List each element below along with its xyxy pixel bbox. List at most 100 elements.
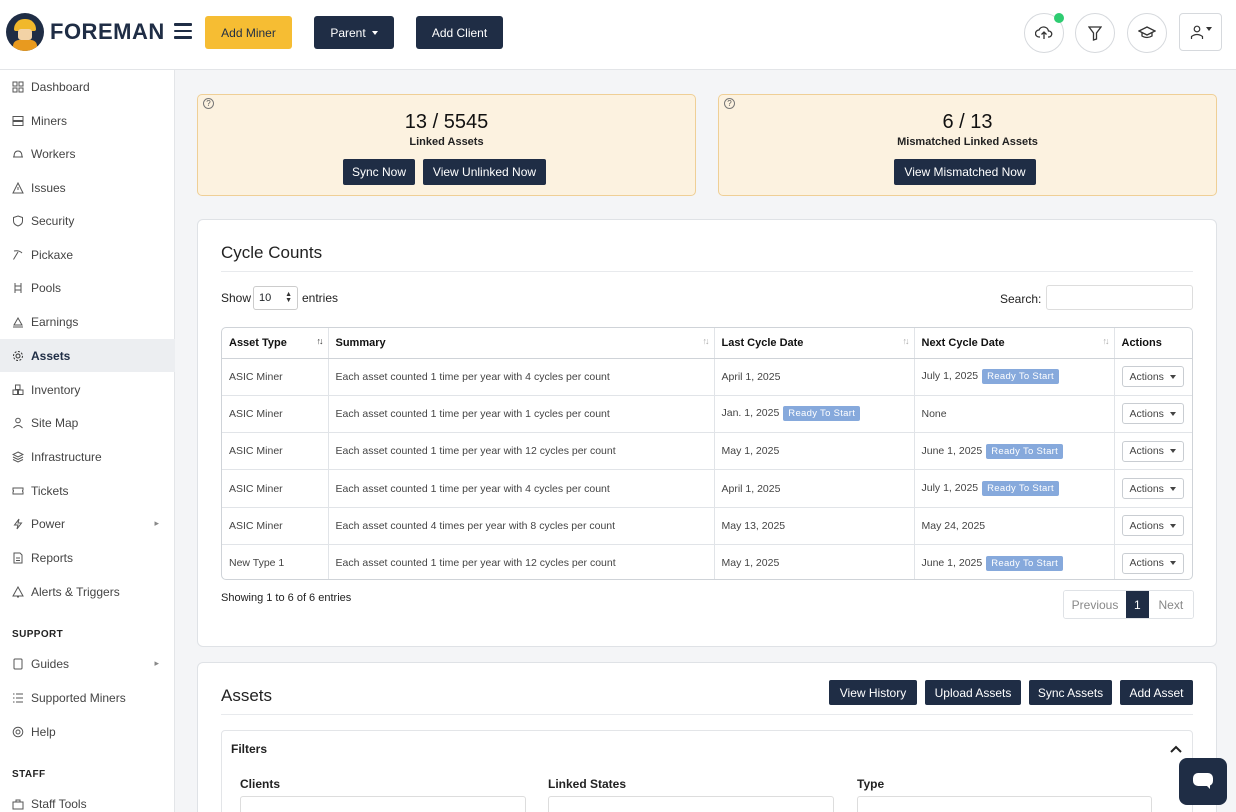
cycle-counts-title: Cycle Counts <box>221 243 323 262</box>
column-label: Asset Type <box>229 336 287 349</box>
search-input[interactable] <box>1046 285 1193 310</box>
cell-summary: Each asset counted 1 time per year with … <box>328 469 715 508</box>
view-history-button[interactable]: View History <box>829 680 917 705</box>
shield-icon <box>13 214 23 227</box>
column-next-cycle-date[interactable]: Next Cycle Date ↑↓ <box>914 328 1115 359</box>
linked-states-filter-label: Linked States <box>548 777 627 791</box>
caret-down-icon <box>1169 486 1176 491</box>
entries-select[interactable]: 10 ▲ ▼ <box>253 286 298 310</box>
sidebar-item-help[interactable]: Help <box>0 715 175 748</box>
sidebar-item-label: Pools <box>31 280 62 295</box>
upload-assets-button[interactable]: Upload Assets <box>925 680 1021 705</box>
type-filter-label: Type <box>857 777 885 791</box>
parent-dropdown-button[interactable]: Parent <box>314 16 394 49</box>
actions-dropdown-button[interactable]: Actions <box>1121 403 1184 425</box>
sidebar-item-dashboard[interactable]: Dashboard <box>0 70 175 103</box>
pagination-next[interactable]: Next <box>1148 591 1193 618</box>
user-menu-button[interactable] <box>1179 13 1222 51</box>
parent-label: Parent <box>330 25 366 40</box>
cell-actions: Actions <box>1114 358 1192 396</box>
clients-filter-input[interactable] <box>240 796 526 812</box>
cell-text: None <box>921 407 947 420</box>
sidebar-item-issues[interactable]: Issues <box>0 171 175 204</box>
sidebar-item-tickets[interactable]: Tickets <box>0 474 175 507</box>
add-asset-button[interactable]: Add Asset <box>1120 680 1193 705</box>
menu-toggle-icon[interactable] <box>174 23 192 39</box>
sidebar-item-label: Earnings <box>31 314 79 329</box>
sidebar-item-label: Staff Tools <box>31 796 87 811</box>
pagination-page-1[interactable]: 1 <box>1126 591 1149 618</box>
linked-states-filter-input[interactable] <box>548 796 834 812</box>
staff-heading: STAFF <box>12 769 46 780</box>
column-label: Actions <box>1121 336 1162 349</box>
gear-icon <box>13 350 23 361</box>
actions-dropdown-button[interactable]: Actions <box>1121 515 1184 537</box>
mismatched-assets-count: 6 / 13 <box>942 111 993 133</box>
sidebar-item-alerts-triggers[interactable]: Alerts & Triggers <box>0 575 175 608</box>
foreman-logo[interactable] <box>6 13 44 51</box>
cell-text: ASIC Miner <box>229 407 283 420</box>
select-arrows-icon: ▲ ▼ <box>285 291 292 304</box>
chevron-right-icon: ▸ <box>154 518 159 528</box>
sidebar-item-label: Pickaxe <box>31 247 74 262</box>
chat-widget-button[interactable] <box>1179 758 1227 805</box>
cell-text: ASIC Miner <box>229 519 283 532</box>
sync-now-button[interactable]: Sync Now <box>343 159 415 185</box>
clients-filter-label: Clients <box>240 777 281 791</box>
cell-next-cycle-date: July 1, 2025 Ready To Start <box>914 469 1115 508</box>
sidebar-item-workers[interactable]: Workers <box>0 137 175 170</box>
actions-label: Actions <box>1129 482 1164 495</box>
cell-text: ASIC Miner <box>229 445 283 458</box>
sidebar-item-guides[interactable]: Guides ▸ <box>0 647 175 680</box>
actions-dropdown-button[interactable]: Actions <box>1121 552 1184 574</box>
sidebar-item-inventory[interactable]: Inventory <box>0 373 175 406</box>
sidebar-item-security[interactable]: Security <box>0 204 175 237</box>
add-miner-button[interactable]: Add Miner <box>205 16 292 49</box>
sidebar-item-site-map[interactable]: Site Map <box>0 406 175 439</box>
sidebar-item-infrastructure[interactable]: Infrastructure <box>0 440 175 473</box>
view-mismatched-button[interactable]: View Mismatched Now <box>894 159 1036 185</box>
sidebar-item-assets[interactable]: Assets <box>0 339 175 372</box>
sidebar-item-pickaxe[interactable]: Pickaxe <box>0 238 175 271</box>
type-filter-input[interactable] <box>857 796 1152 812</box>
assets-title: Assets <box>221 686 273 705</box>
column-actions: Actions <box>1114 328 1192 359</box>
actions-dropdown-button[interactable]: Actions <box>1121 440 1184 462</box>
actions-dropdown-button[interactable]: Actions <box>1121 478 1184 500</box>
view-unlinked-button[interactable]: View Unlinked Now <box>423 159 546 185</box>
actions-label: Actions <box>1129 557 1164 570</box>
sidebar-item-label: Assets <box>31 348 71 363</box>
help-question-icon[interactable]: ? <box>724 98 735 109</box>
sidebar-item-earnings[interactable]: Earnings <box>0 305 175 338</box>
actions-dropdown-button[interactable]: Actions <box>1121 366 1184 388</box>
academy-button[interactable] <box>1127 13 1167 53</box>
pagination-previous[interactable]: Previous <box>1064 591 1127 618</box>
sidebar-item-power[interactable]: Power ▸ <box>0 507 175 540</box>
cell-last-cycle-date: May 13, 2025 <box>714 507 915 545</box>
filter-button[interactable] <box>1075 13 1115 53</box>
column-summary[interactable]: Summary ↑↓ <box>328 328 715 359</box>
cell-next-cycle-date: June 1, 2025 Ready To Start <box>914 432 1115 471</box>
sidebar-item-staff-tools[interactable]: Staff Tools <box>0 787 175 812</box>
add-client-button[interactable]: Add Client <box>416 16 503 49</box>
sync-assets-button[interactable]: Sync Assets <box>1029 680 1112 705</box>
column-label: Summary <box>335 336 386 349</box>
cell-next-cycle-date: May 24, 2025 <box>914 507 1115 545</box>
column-last-cycle-date[interactable]: Last Cycle Date ↑↓ <box>714 328 915 359</box>
sidebar-item-pools[interactable]: Pools <box>0 271 175 304</box>
brand-name[interactable]: FOREMAN <box>50 19 165 45</box>
sidebar-item-miners[interactable]: Miners <box>0 104 175 137</box>
showing-entries-text: Showing 1 to 6 of 6 entries <box>221 592 352 604</box>
warning-icon <box>12 181 24 193</box>
chevron-up-icon[interactable] <box>1170 745 1182 753</box>
column-asset-type[interactable]: Asset Type ↑↓ <box>222 328 329 359</box>
layers-icon <box>12 450 24 463</box>
help-question-icon[interactable]: ? <box>203 98 214 109</box>
cell-asset-type: ASIC Miner <box>222 469 329 508</box>
earnings-icon <box>13 316 23 327</box>
cell-asset-type: ASIC Miner <box>222 432 329 471</box>
sidebar-item-reports[interactable]: Reports <box>0 541 175 574</box>
support-heading: SUPPORT <box>12 629 64 640</box>
sidebar-item-supported-miners[interactable]: Supported Miners <box>0 681 175 714</box>
pools-icon <box>14 282 22 293</box>
